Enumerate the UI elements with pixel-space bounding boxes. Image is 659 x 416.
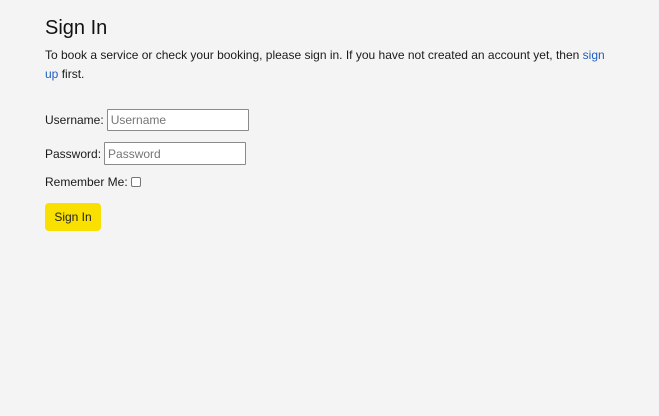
remember-me-checkbox[interactable] (130, 177, 141, 187)
sign-in-button[interactable]: Sign In (45, 203, 101, 231)
intro-text-start: To book a service or check your booking,… (45, 48, 583, 62)
password-row: Password: (45, 142, 645, 165)
remember-me-row: Remember Me: (45, 175, 645, 189)
username-input[interactable] (106, 109, 249, 131)
username-row: Username: (45, 109, 645, 131)
username-label: Username: (45, 113, 104, 127)
page-title: Sign In (45, 17, 108, 39)
password-input[interactable] (104, 142, 247, 165)
sign-in-page: Sign In To book a service or check your … (45, 14, 645, 231)
remember-me-label: Remember Me: (45, 175, 128, 189)
intro-text-end: first. (58, 67, 85, 81)
sign-in-form: Username: Password: Remember Me: Sign In (45, 109, 645, 231)
intro-text: To book a service or check your booking,… (45, 46, 605, 84)
password-label: Password: (45, 146, 102, 161)
